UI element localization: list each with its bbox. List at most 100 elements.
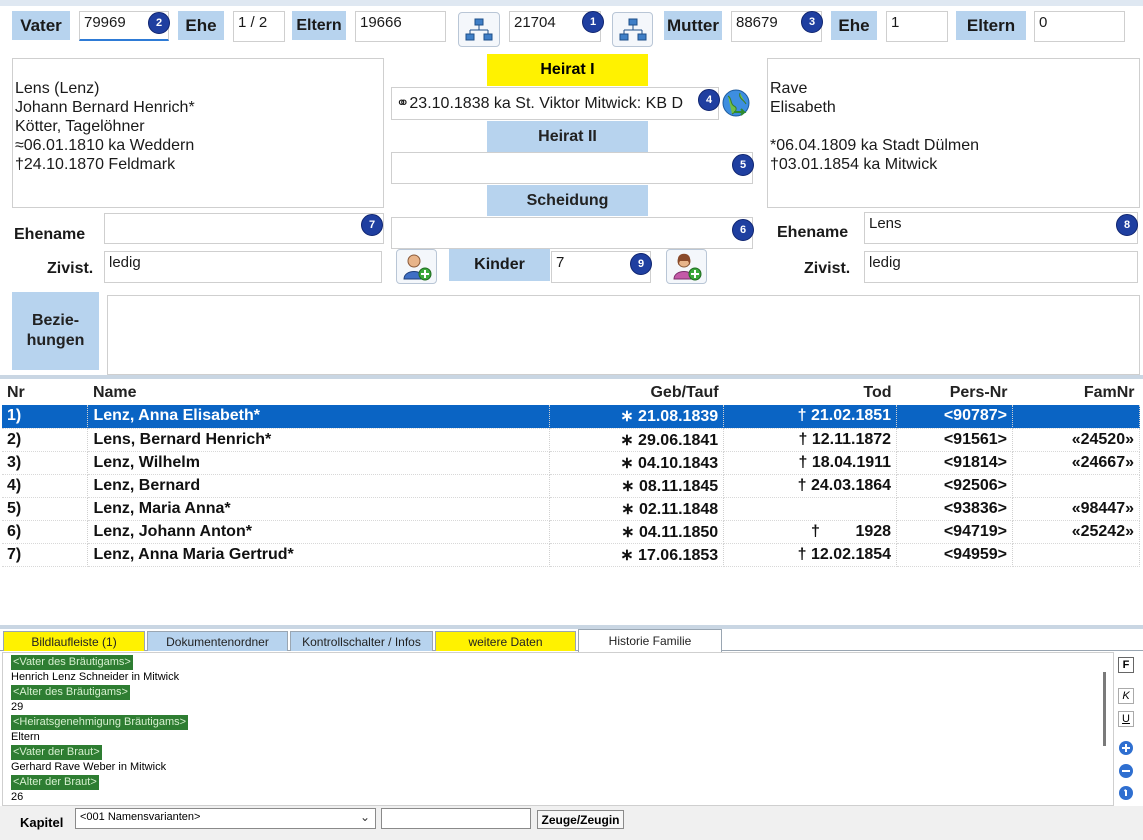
badge-8[interactable]: 8 [1116,214,1138,236]
cell-fam [1012,474,1140,498]
tab-bildlaufleiste[interactable]: Bildlaufleiste (1) [3,631,145,651]
notes-editor[interactable]: <Vater des Bräutigams> Henrich Lenz Schn… [2,652,1114,806]
family-tree-button-right[interactable] [612,12,653,47]
cell-tod: † 24.03.1864 [723,474,898,498]
cell-fam: «24520» [1012,428,1140,452]
heirat-1-label: Heirat I [487,54,648,86]
table-row[interactable]: 4) Lenz, Bernard ∗ 08.11.1845 † 24.03.18… [2,474,1140,498]
table-row[interactable]: 6) Lenz, Johann Anton* ∗ 04.11.1850 † 19… [2,520,1140,544]
tab-dokumentenordner[interactable]: Dokumentenordner [147,631,288,651]
heirat-1-field[interactable]: ⚭23.10.1838 ka St. Viktor Mitwick: KB D [391,87,719,120]
col-fam-header[interactable]: FamNr [1013,381,1140,405]
cell-nr: 7) [2,543,89,567]
cell-geb: ∗ 29.06.1841 [549,428,725,452]
add-circle-icon[interactable] [1118,740,1134,756]
splitter-top[interactable] [0,375,1143,379]
cell-nr: 4) [2,474,89,498]
italic-button[interactable]: K [1118,688,1134,704]
mother-birth: *06.04.1809 ka Stadt Dülmen [770,137,980,154]
add-son-button[interactable] [396,249,437,284]
table-row[interactable]: 5) Lenz, Maria Anna* ∗ 02.11.1848 <93836… [2,497,1140,521]
cell-fam: «25242» [1012,520,1140,544]
add-daughter-button[interactable] [666,249,707,284]
beziehungen-label-line1: Bezie- [31,312,80,329]
note-text: Gerhard Rave Weber in Mitwick [11,761,167,773]
kapitel-search-input[interactable] [381,808,531,829]
cell-nr: 2) [2,428,89,452]
tab-weitere-daten[interactable]: weitere Daten [435,631,576,651]
mother-info-panel[interactable]: Rave Elisabeth *06.04.1809 ka Stadt Dülm… [767,58,1140,208]
badge-4[interactable]: 4 [698,89,720,111]
cell-pers: <92506> [896,474,1014,498]
table-row[interactable]: 3) Lenz, Wilhelm ∗ 04.10.1843 † 18.04.19… [2,451,1140,475]
cell-geb: ∗ 17.06.1853 [549,543,725,567]
cell-geb: ∗ 02.11.1848 [549,497,725,521]
col-nr-header[interactable]: Nr [2,381,88,405]
zeuge-zeugin-button[interactable]: Zeuge/Zeugin [537,810,624,829]
zivist-field-left[interactable]: ledig [104,251,382,283]
ehename-field-right[interactable]: Lens [864,212,1138,244]
cell-name: Lenz, Maria Anna* [87,497,551,521]
ehename-label-left: Ehename [14,226,86,243]
col-name-header[interactable]: Name [88,381,550,405]
note-tag: <Alter des Bräutigams> [11,685,130,700]
note-tag: <Vater der Braut> [11,745,102,760]
kapitel-dropdown[interactable]: <001 Namensvarianten> ⌄ [75,808,376,829]
badge-5[interactable]: 5 [732,154,754,176]
cell-name: Lens, Bernard Henrich* [87,428,551,452]
tab-kontrollschalter[interactable]: Kontrollschalter / Infos [290,631,433,651]
beziehungen-field[interactable] [107,295,1140,375]
add-male-person-icon [402,254,431,280]
col-tod-header[interactable]: Tod [724,381,897,405]
globe-icon[interactable] [720,88,752,120]
badge-1[interactable]: 1 [582,11,604,33]
cell-name: Lenz, Wilhelm [87,451,551,475]
badge-6[interactable]: 6 [732,219,754,241]
father-baptism: ≈06.01.1810 ka Weddern [15,137,195,154]
beziehungen-label-line2: hungen [26,332,85,349]
eltern-field-left[interactable]: 19666 [355,11,446,42]
notes-scrollbar[interactable] [1103,672,1106,746]
eltern-label-right: Eltern [956,11,1026,40]
cell-geb: ∗ 08.11.1845 [549,474,725,498]
remove-circle-icon[interactable] [1118,763,1134,779]
ehe-field-left[interactable]: 1 / 2 [233,11,285,42]
badge-9[interactable]: 9 [630,253,652,275]
info-circle-icon[interactable] [1118,785,1134,801]
cell-pers: <90787> [896,405,1014,429]
zivist-label-right: Zivist. [804,260,851,277]
badge-2[interactable]: 2 [148,12,170,34]
underline-button[interactable]: U [1118,711,1134,727]
cell-nr: 3) [2,451,89,475]
mother-occupation [770,117,1139,136]
eltern-field-right[interactable]: 0 [1034,11,1125,42]
ehe-field-right[interactable]: 1 [886,11,948,42]
beziehungen-label: Bezie- hungen [12,292,99,370]
tree-icon [465,18,493,40]
col-geb-header[interactable]: Geb/Tauf [550,381,724,405]
table-row[interactable]: 7) Lenz, Anna Maria Gertrud* ∗ 17.06.185… [2,543,1140,567]
col-pers-header[interactable]: Pers-Nr [897,381,1013,405]
tab-historie-familie[interactable]: Historie Familie [578,629,722,652]
family-tree-button-left[interactable] [458,12,500,47]
badge-3[interactable]: 3 [801,11,823,33]
zivist-field-right[interactable]: ledig [864,251,1138,283]
cell-fam: «98447» [1012,497,1140,521]
note-tag: <Alter der Braut> [11,775,99,790]
heirat-2-field[interactable] [391,152,753,184]
ehename-field-left[interactable] [104,213,384,244]
badge-7[interactable]: 7 [361,214,383,236]
mother-surname: Rave [770,80,808,97]
note-text: 26 [11,791,24,803]
note-tag: <Vater des Bräutigams> [11,655,133,670]
kapitel-label: Kapitel [20,815,64,830]
father-surname: Lens (Lenz) [15,80,100,97]
bold-button[interactable]: F [1118,657,1134,673]
table-row[interactable]: 2) Lens, Bernard Henrich* ∗ 29.06.1841 †… [2,428,1140,452]
father-info-panel[interactable]: Lens (Lenz) Johann Bernard Henrich* Kött… [12,58,384,208]
cell-tod: † 21.02.1851 [723,405,898,429]
father-death: †24.10.1870 Feldmark [15,156,176,173]
table-row[interactable]: 1) Lenz, Anna Elisabeth* ∗ 21.08.1839 † … [2,405,1140,429]
scheidung-field[interactable] [391,217,753,249]
mother-given-names: Elisabeth [770,99,836,116]
